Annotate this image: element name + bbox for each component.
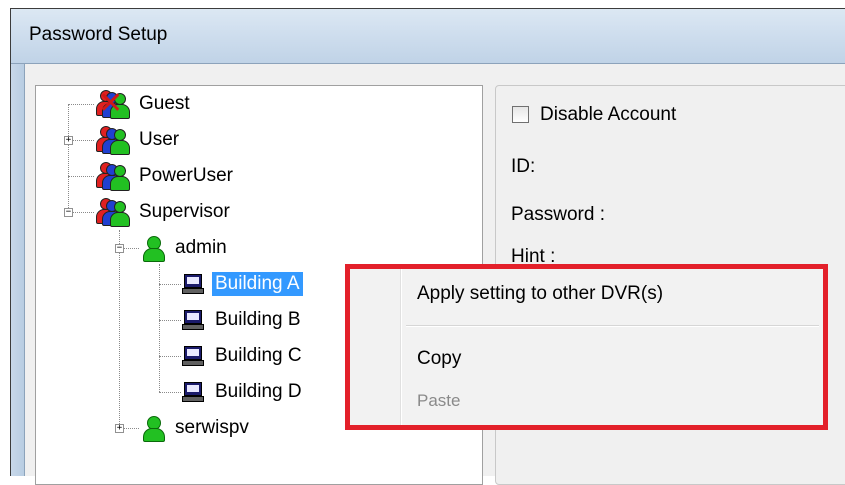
computer-icon (182, 346, 204, 366)
context-menu: Apply setting to other DVR(s) Copy Paste (345, 264, 828, 430)
tree-connector (68, 104, 69, 216)
tree-node-building-b[interactable]: Building B (182, 305, 304, 335)
tree-connector (68, 176, 94, 177)
menu-item-label: Paste (417, 391, 461, 410)
menu-item-paste: Paste (350, 381, 823, 419)
window-frame-left (11, 64, 25, 476)
tree-node-label: Building D (215, 381, 302, 402)
menu-item-copy[interactable]: Copy (350, 340, 823, 378)
tree-connector (68, 104, 94, 105)
tree-node-label: Building C (215, 345, 302, 366)
tree-node-building-c[interactable]: Building C (182, 341, 305, 371)
tree-node-label: Building B (215, 309, 301, 330)
tree-node-label: serwispv (175, 417, 249, 438)
menu-item-label: Copy (417, 348, 462, 369)
tree-node-serwispv[interactable]: serwispv (140, 413, 252, 443)
window-title: Password Setup (29, 24, 168, 45)
tree-node-guest[interactable]: ✕ Guest (96, 89, 193, 119)
tree-connector (159, 356, 181, 357)
user-group-icon (96, 162, 130, 191)
tree-node-admin[interactable]: admin (140, 233, 230, 263)
tree-connector (159, 392, 181, 393)
disable-account-checkbox[interactable] (512, 106, 529, 123)
user-icon (140, 234, 166, 262)
user-group-icon (96, 126, 130, 155)
tree-node-label: User (139, 129, 180, 150)
user-group-icon (96, 198, 130, 227)
tree-node-label: admin (175, 237, 227, 258)
tree-node-user[interactable]: User (96, 125, 182, 155)
tree-connector (159, 284, 181, 285)
user-icon (140, 414, 166, 442)
tree-connector (119, 230, 120, 428)
tree-connector (159, 320, 181, 321)
tree-node-label: Supervisor (139, 201, 230, 222)
computer-icon (182, 274, 204, 294)
expand-user-toggle[interactable]: + (64, 136, 73, 145)
menu-item-label: Apply setting to other DVR(s) (417, 283, 664, 304)
tree-node-building-a[interactable]: Building A (182, 269, 303, 299)
disable-account-label[interactable]: Disable Account (540, 104, 676, 126)
collapse-supervisor-toggle[interactable]: − (64, 208, 73, 217)
menu-separator (406, 325, 819, 327)
tree-node-label: PowerUser (139, 165, 233, 186)
user-group-disabled-icon: ✕ (96, 89, 130, 119)
password-label: Password : (511, 204, 605, 225)
collapse-admin-toggle[interactable]: − (115, 244, 124, 253)
tree-node-label: Guest (139, 93, 190, 114)
tree-node-poweruser[interactable]: PowerUser (96, 161, 236, 191)
tree-node-supervisor[interactable]: Supervisor (96, 197, 233, 227)
expand-serwispv-toggle[interactable]: + (115, 424, 124, 433)
title-bar[interactable]: Password Setup (11, 9, 845, 64)
menu-item-apply-to-other-dvr[interactable]: Apply setting to other DVR(s) (350, 275, 823, 313)
id-label: ID: (511, 156, 536, 177)
computer-icon (182, 310, 204, 330)
tree-node-building-d[interactable]: Building D (182, 377, 305, 407)
tree-node-label: Building A (212, 272, 303, 296)
computer-icon (182, 382, 204, 402)
